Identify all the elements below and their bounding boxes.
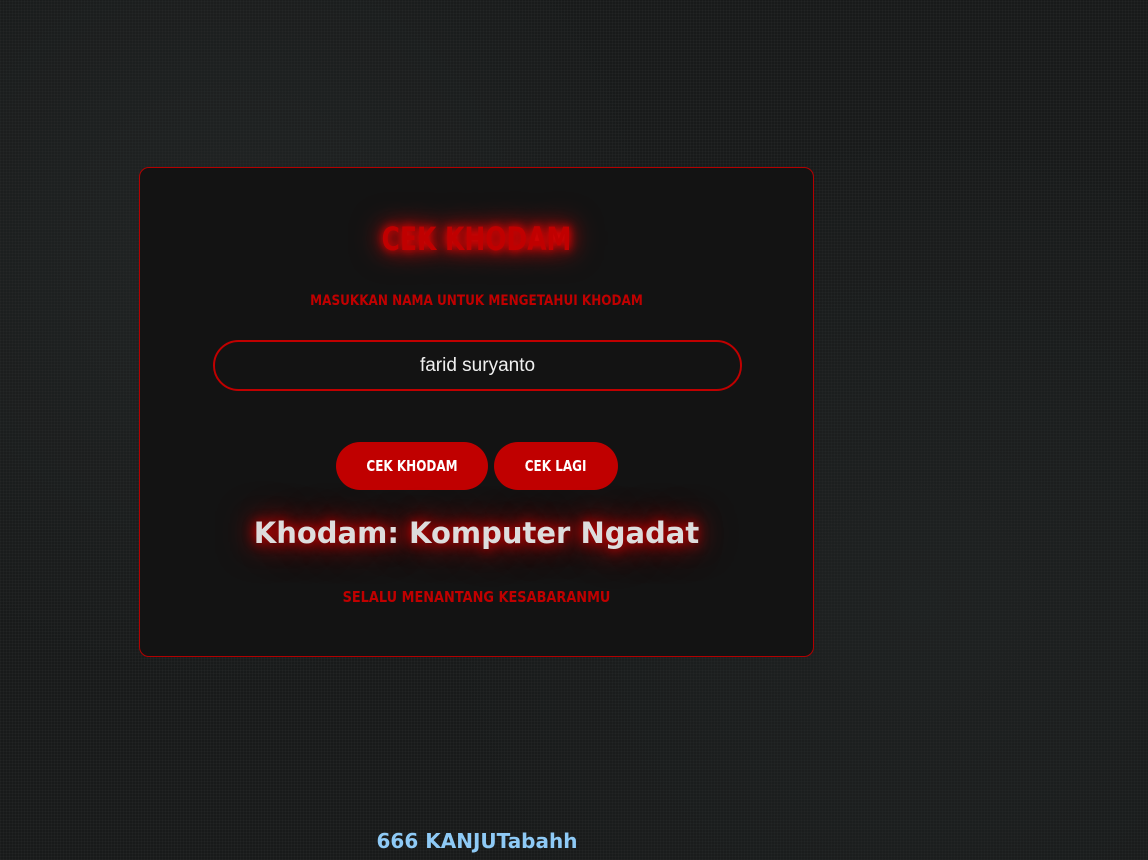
- khodam-description: SELALU MENANTANG KESABARANMU: [342, 588, 611, 606]
- page-subtitle: MASUKKAN NAMA UNTUK MENGETAHUI KHODAM: [310, 293, 643, 309]
- check-khodam-button[interactable]: CEK KHODAM: [336, 442, 488, 490]
- khodam-result: Khodam: Komputer Ngadat: [253, 516, 700, 550]
- page-title: CEK KHODAM: [381, 220, 572, 258]
- footer-credit: 666 KANJUTabahh: [376, 829, 578, 853]
- check-again-button[interactable]: CEK LAGI: [494, 442, 618, 490]
- check-khodam-button-label: CEK KHODAM: [366, 457, 458, 475]
- khodam-card: CEK KHODAM MASUKKAN NAMA UNTUK MENGETAHU…: [139, 167, 814, 657]
- check-again-button-label: CEK LAGI: [525, 457, 587, 475]
- name-input[interactable]: [213, 340, 742, 391]
